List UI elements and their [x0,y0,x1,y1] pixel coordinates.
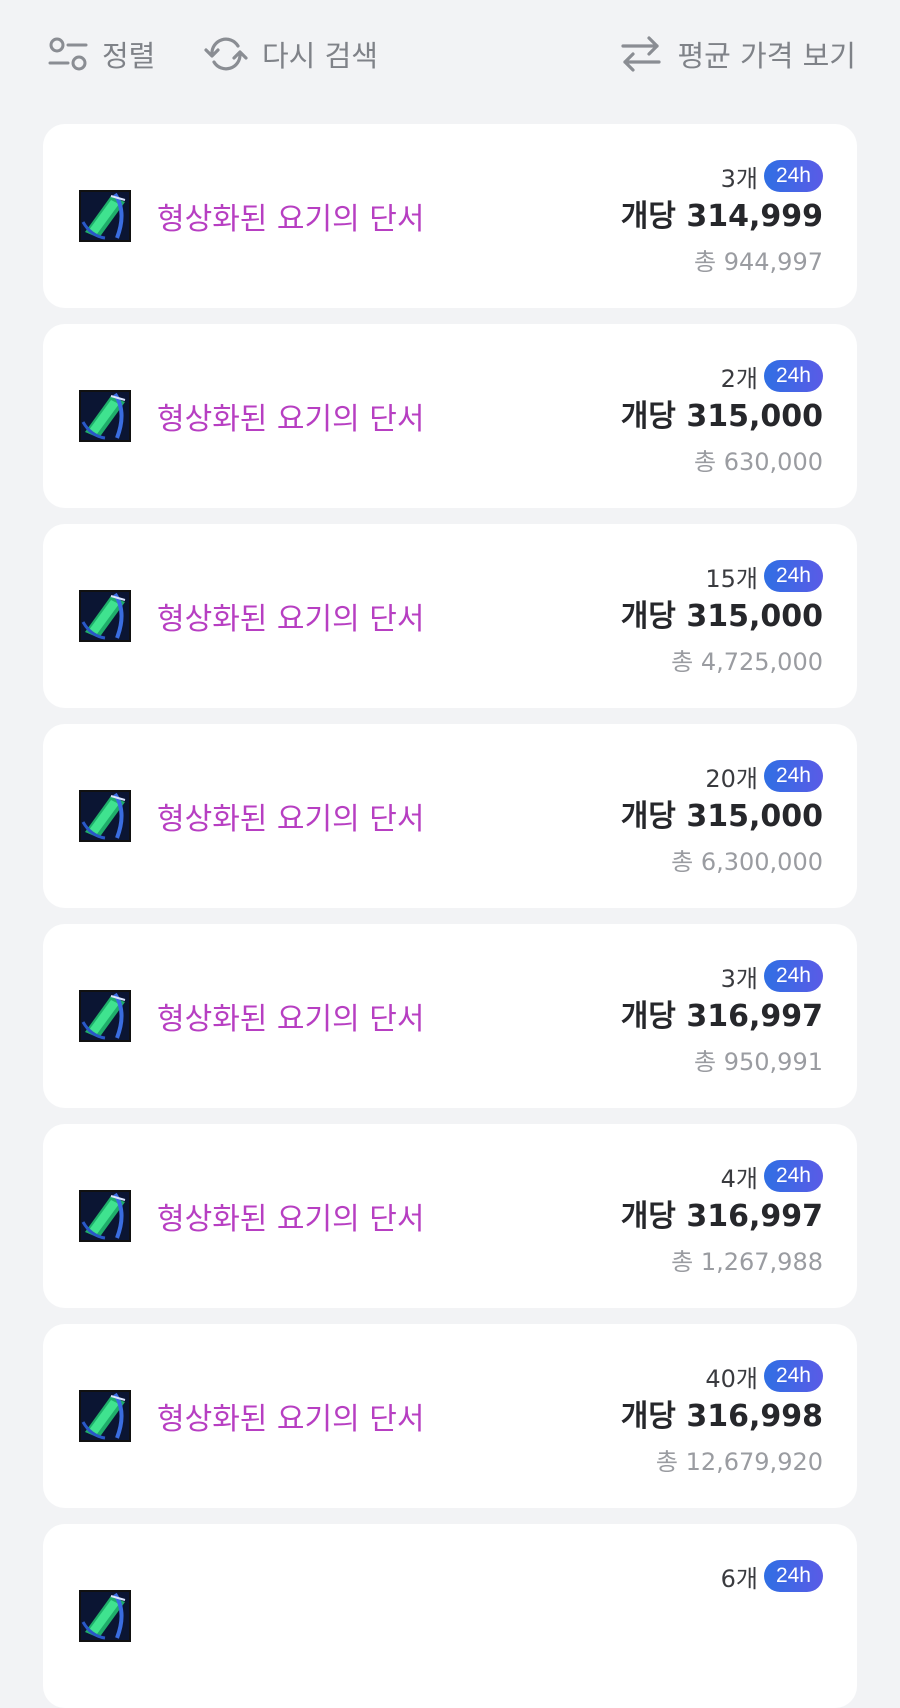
duration-badge: 24h [763,560,823,592]
swap-arrows-icon [619,34,663,74]
duration-badge: 24h [763,760,823,792]
item-name: 형상화된 요기의 단서 [157,202,425,237]
sort-button[interactable]: 정렬 [48,30,155,78]
listing-card[interactable]: 형상화된 요기의 단서 3개 24h 개당 316,997 총 950,991 [43,924,857,1108]
duration-badge: 24h [763,160,823,192]
quantity-row: 15개 24h [621,558,823,594]
listing-card[interactable]: 형상화된 요기의 단서 15개 24h 개당 315,000 총 4,725,0… [43,524,857,708]
price-block: 6개 24h [721,1558,823,1642]
item-scroll-icon [79,790,131,842]
total-price: 총 944,997 [694,248,823,276]
quantity-row: 3개 24h [621,958,823,994]
quantity: 6개 [720,1564,758,1593]
average-price-label: 평균 가격 보기 [677,39,856,73]
price-block: 20개 24h 개당 315,000 총 6,300,000 [621,758,823,877]
quantity-row: 6개 24h [721,1558,823,1594]
quantity-row: 3개 24h [621,158,823,194]
item-scroll-icon [79,990,131,1042]
duration-badge: 24h [763,1160,823,1192]
item-name: 형상화된 요기의 단서 [157,1402,425,1437]
total-price: 총 4,725,000 [671,648,823,676]
listing-card[interactable]: 6개 24h [43,1524,857,1708]
quantity: 4개 [720,1164,758,1193]
refresh-icon [204,34,248,74]
item-scroll-icon [79,190,131,242]
total-price: 총 950,991 [694,1048,823,1076]
price-block: 2개 24h 개당 315,000 총 630,000 [621,358,823,477]
unit-price: 개당 315,000 [620,599,823,634]
duration-badge: 24h [763,960,823,992]
unit-price: 개당 315,000 [620,399,823,434]
item-scroll-icon [79,390,131,442]
item-scroll-icon [79,1390,131,1442]
quantity: 3개 [720,964,758,993]
unit-price [721,1598,823,1636]
item-name: 형상화된 요기의 단서 [157,402,425,437]
price-block: 3개 24h 개당 314,999 총 944,997 [621,158,823,277]
item-scroll-icon [79,1190,131,1242]
price-block: 4개 24h 개당 316,997 총 1,267,988 [621,1158,823,1277]
unit-price: 개당 314,999 [620,199,823,234]
quantity-row: 2개 24h [621,358,823,394]
item-name: 형상화된 요기의 단서 [157,802,425,837]
retry-search-label: 다시 검색 [262,39,378,73]
price-block: 15개 24h 개당 315,000 총 4,725,000 [621,558,823,677]
listing-card[interactable]: 형상화된 요기의 단서 3개 24h 개당 314,999 총 944,997 [43,124,857,308]
listing-card[interactable]: 형상화된 요기의 단서 40개 24h 개당 316,998 총 12,679,… [43,1324,857,1508]
quantity-row: 4개 24h [621,1158,823,1194]
quantity: 20개 [705,764,758,793]
listing-card[interactable]: 형상화된 요기의 단서 2개 24h 개당 315,000 총 630,000 [43,324,857,508]
quantity: 3개 [720,164,758,193]
price-block: 3개 24h 개당 316,997 총 950,991 [621,958,823,1077]
quantity-row: 20개 24h [621,758,823,794]
unit-price: 개당 316,998 [620,1399,823,1434]
item-scroll-icon [79,1590,131,1642]
duration-badge: 24h [763,1560,823,1592]
sort-sliders-icon [48,36,88,72]
duration-badge: 24h [763,360,823,392]
toolbar: 정렬 다시 검색 평균 가격 보기 [0,0,900,110]
quantity: 15개 [705,564,758,593]
item-name: 형상화된 요기의 단서 [157,602,425,637]
total-price: 총 1,267,988 [671,1248,823,1276]
average-price-button[interactable]: 평균 가격 보기 [619,30,856,78]
total-price: 총 6,300,000 [671,848,823,876]
item-name: 형상화된 요기의 단서 [157,1002,425,1037]
quantity: 40개 [705,1364,758,1393]
sort-label: 정렬 [102,39,156,73]
item-name: 형상화된 요기의 단서 [157,1202,425,1237]
quantity-row: 40개 24h [621,1358,823,1394]
quantity: 2개 [720,364,758,393]
unit-price: 개당 316,997 [620,999,823,1034]
listing-card[interactable]: 형상화된 요기의 단서 20개 24h 개당 315,000 총 6,300,0… [43,724,857,908]
unit-price: 개당 315,000 [620,799,823,834]
unit-price: 개당 316,997 [620,1199,823,1234]
item-scroll-icon [79,590,131,642]
total-price: 총 630,000 [694,448,823,476]
duration-badge: 24h [763,1360,823,1392]
price-block: 40개 24h 개당 316,998 총 12,679,920 [621,1358,823,1477]
listing-card[interactable]: 형상화된 요기의 단서 4개 24h 개당 316,997 총 1,267,98… [43,1124,857,1308]
retry-search-button[interactable]: 다시 검색 [204,30,378,78]
total-price: 총 12,679,920 [655,1448,823,1476]
